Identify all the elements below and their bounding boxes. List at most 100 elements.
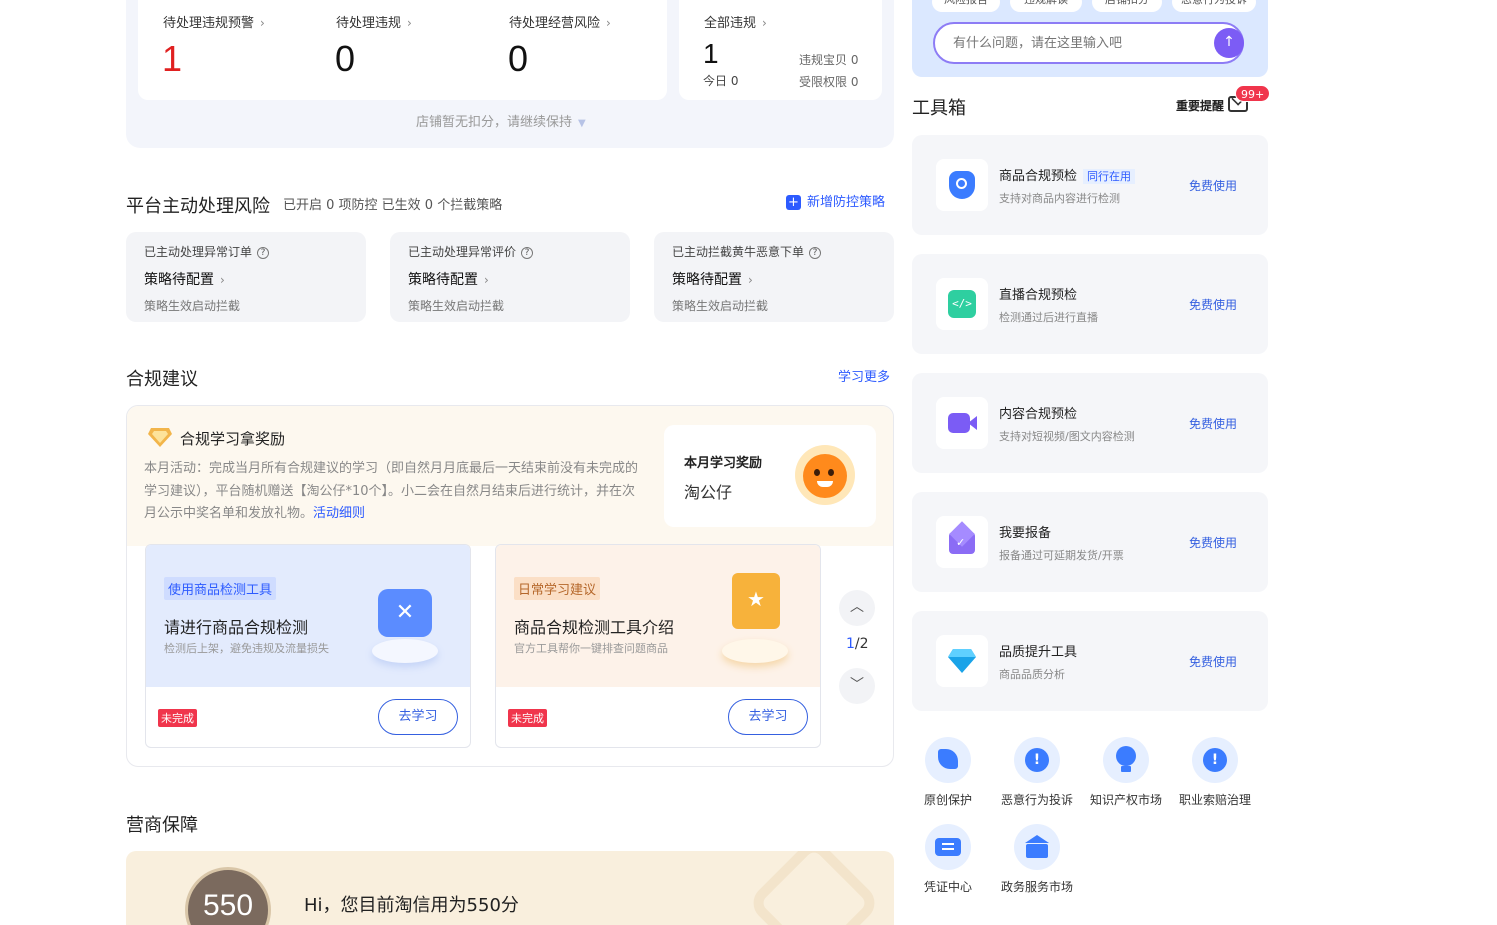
- warning-icon: !: [1192, 737, 1238, 783]
- compliance-section-title: 合规建议: [126, 369, 198, 390]
- building-icon: [1014, 824, 1060, 870]
- chevron-right-icon: ›: [606, 16, 611, 30]
- all-violations-link[interactable]: 全部违规 ›: [704, 12, 767, 31]
- service-label: 职业索赔治理: [1178, 793, 1251, 807]
- pending-warning-label: 待处理违规预警: [163, 16, 255, 31]
- add-strategy-button[interactable]: + 新增防控策略: [786, 191, 885, 210]
- service-claim-governance[interactable]: ! 职业索赔治理: [1170, 737, 1260, 808]
- quick-chip[interactable]: 风险报告: [932, 0, 1000, 12]
- free-use-button[interactable]: 免费使用: [1189, 415, 1237, 432]
- risk-card-status-link[interactable]: 策略待配置 ›: [144, 269, 225, 289]
- risk-status-text: 已开启 0 项防控 已生效 0 个拦截策略: [283, 198, 503, 213]
- chevron-right-icon: ›: [762, 16, 767, 30]
- quick-chip[interactable]: 违规解读: [1010, 0, 1082, 12]
- learn-card-tool-intro: 日常学习建议 商品合规检测工具介绍 官方工具帮你一键排查问题商品 ★ 未完成 去…: [495, 544, 821, 748]
- free-use-button[interactable]: 免费使用: [1189, 177, 1237, 194]
- pager-indicator: 1/2: [846, 636, 869, 652]
- pager-up-button[interactable]: ︿: [839, 590, 875, 626]
- tool-desc: 支持对商品内容进行检测: [999, 192, 1120, 205]
- pending-violation-link[interactable]: 待处理违规 ›: [336, 12, 412, 31]
- quick-chip[interactable]: 恶意行为投诉: [1172, 0, 1256, 12]
- promo-rules-link[interactable]: 活动细则: [313, 506, 365, 521]
- important-reminder-label: 重要提醒: [1176, 99, 1225, 113]
- service-original-protection[interactable]: 原创保护: [903, 737, 993, 808]
- chevron-up-icon: ︿: [850, 599, 864, 615]
- free-use-button[interactable]: 免费使用: [1189, 296, 1237, 313]
- all-violations-label: 全部违规: [704, 16, 757, 31]
- learn-card-subtitle: 检测后上架，避免违规及流量损失: [164, 642, 329, 655]
- no-deduction-hint: 店铺暂无扣分，请继续保持 ▼: [416, 111, 586, 130]
- risk-card-desc: 策略生效启动拦截: [672, 299, 769, 313]
- video-icon: [936, 397, 988, 449]
- alert-icon: !: [1014, 737, 1060, 783]
- shield-decoration: [746, 851, 882, 925]
- learn-card-tag: 日常学习建议: [514, 577, 601, 600]
- risk-card-desc: 策略生效启动拦截: [408, 299, 505, 313]
- send-arrow-icon[interactable]: ↑: [1214, 28, 1244, 58]
- free-use-button[interactable]: 免费使用: [1189, 653, 1237, 670]
- risk-card-status: 策略待配置: [408, 272, 478, 288]
- service-label: 恶意行为投诉: [1000, 793, 1073, 807]
- go-learn-button[interactable]: 去学习: [378, 699, 458, 735]
- service-label: 凭证中心: [923, 880, 972, 894]
- risk-card-status-link[interactable]: 策略待配置 ›: [408, 269, 489, 289]
- chevron-right-icon: ›: [260, 16, 265, 30]
- tool-name: 商品合规预检 同行在用: [999, 165, 1136, 184]
- quick-chip[interactable]: 店铺扣分: [1092, 0, 1162, 12]
- toolbox-icon: ✕: [378, 589, 432, 637]
- chevron-right-icon: ›: [484, 273, 489, 287]
- ai-input-box[interactable]: ↑: [933, 22, 1244, 64]
- service-malicious-complaint[interactable]: ! 恶意行为投诉: [992, 737, 1082, 808]
- help-icon[interactable]: ?: [257, 247, 270, 259]
- pending-violation-count: 0: [335, 38, 356, 79]
- today-count: 今日 0: [703, 74, 739, 88]
- service-government-market[interactable]: 政务服务市场: [992, 824, 1082, 895]
- caret-down-icon[interactable]: ▼: [578, 118, 586, 129]
- tool-quality[interactable]: 品质提升工具 商品品质分析 免费使用: [912, 611, 1268, 711]
- risk-card-title: 已主动处理异常评价: [408, 245, 517, 259]
- book-star-icon: ★: [732, 573, 780, 629]
- risk-card-desc: 策略生效启动拦截: [144, 299, 241, 313]
- pending-risk-link[interactable]: 待处理经营风险 ›: [509, 12, 611, 31]
- ai-assistant-panel: 风险报告 违规解读 店铺扣分 恶意行为投诉 ↑: [912, 0, 1268, 77]
- pending-warning-link[interactable]: 待处理违规预警 ›: [163, 12, 265, 31]
- incomplete-badge: 未完成: [158, 709, 197, 727]
- risk-card-scalpers: 已主动拦截黄牛恶意下单? 策略待配置 › 策略生效启动拦截: [654, 232, 894, 322]
- service-label: 知识产权市场: [1089, 793, 1162, 807]
- add-strategy-label: 新增防控策略: [807, 195, 886, 210]
- important-reminder-link[interactable]: 重要提醒: [1176, 97, 1224, 114]
- tool-report[interactable]: ✓ 我要报备 报备通过可延期发货/开票 免费使用: [912, 492, 1268, 592]
- learn-card-subtitle: 官方工具帮你一键排查问题商品: [514, 642, 668, 655]
- risk-card-status-link[interactable]: 策略待配置 ›: [672, 269, 753, 289]
- promo-text-body: 本月活动：完成当月所有合规建议的学习（即自然月月底最后一天结束前没有未完成的学习…: [144, 461, 639, 521]
- report-envelope-icon: ✓: [936, 516, 988, 568]
- risk-card-reviews: 已主动处理异常评价? 策略待配置 › 策略生效启动拦截: [390, 232, 630, 322]
- pending-risk-label: 待处理经营风险: [509, 16, 601, 31]
- credit-banner: 550 Hi，您目前淘信用为550分: [126, 851, 894, 925]
- risk-card-status: 策略待配置: [144, 272, 214, 288]
- pedestal-shape: [372, 639, 438, 663]
- help-icon[interactable]: ?: [521, 247, 534, 259]
- bulb-icon: [1103, 737, 1149, 783]
- tool-desc: 商品品质分析: [999, 668, 1065, 681]
- tool-live-precheck[interactable]: </> 直播合规预检 检测通过后进行直播 免费使用: [912, 254, 1268, 354]
- help-icon[interactable]: ?: [809, 247, 822, 259]
- reward-card: 本月学习奖励 淘公仔: [664, 425, 876, 527]
- learn-card-title: 请进行商品合规检测: [164, 618, 309, 637]
- free-use-button[interactable]: 免费使用: [1189, 534, 1237, 551]
- guarantee-section-title: 营商保障: [126, 815, 198, 836]
- gem-icon: [936, 635, 988, 687]
- learn-more-link[interactable]: 学习更多: [838, 366, 890, 385]
- go-learn-button[interactable]: 去学习: [728, 699, 808, 735]
- pager-current: 1: [846, 636, 855, 652]
- pager-down-button[interactable]: ﹀: [839, 668, 875, 704]
- restricted-permissions-count: 受限权限 0: [799, 75, 859, 89]
- all-violations-count: 1: [703, 38, 719, 69]
- ai-question-input[interactable]: [953, 33, 1193, 53]
- tool-content-precheck[interactable]: 内容合规预检 支持对短视频/图文内容检测 免费使用: [912, 373, 1268, 473]
- service-ip-market[interactable]: 知识产权市场: [1081, 737, 1171, 808]
- mascot-image: [795, 445, 855, 505]
- service-voucher-center[interactable]: 凭证中心: [903, 824, 993, 895]
- tool-product-precheck[interactable]: 商品合规预检 同行在用 支持对商品内容进行检测 免费使用: [912, 135, 1268, 235]
- tool-name: 我要报备: [999, 526, 1052, 541]
